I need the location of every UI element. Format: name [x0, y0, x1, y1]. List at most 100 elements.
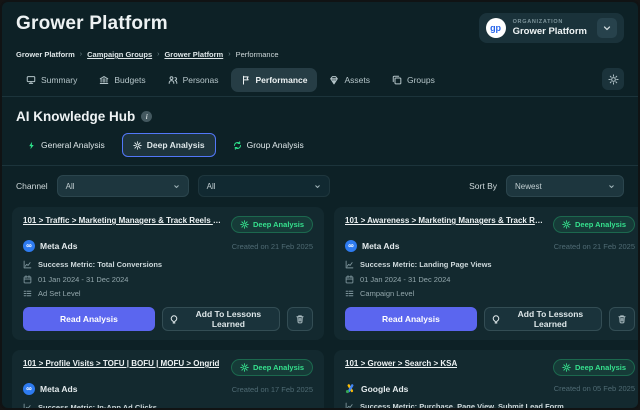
sort-by-label: Sort By [469, 181, 497, 191]
group-icon [233, 141, 242, 150]
breadcrumb-item-campaign-groups[interactable]: Campaign Groups [87, 50, 152, 59]
settings-button[interactable] [602, 68, 624, 90]
analysis-card: 101 > Profile Visits > TOFU | BOFU | MOF… [12, 350, 324, 410]
meta-ads-icon: ∞ [23, 240, 35, 252]
page-header: Grower Platform gp ORGANIZATION Grower P… [2, 2, 638, 59]
tab-bar: SummaryBudgetsPersonasPerformanceAssetsG… [2, 59, 638, 97]
breadcrumb-separator: › [228, 51, 230, 58]
gear-icon [562, 363, 571, 372]
badge-label: Deep Analysis [575, 363, 626, 372]
trash-icon [617, 314, 627, 324]
breadcrumb-item-performance: Performance [236, 50, 279, 59]
chart-icon [345, 402, 354, 410]
level-icon [23, 289, 32, 298]
personas-icon [168, 75, 178, 85]
chart-icon [23, 260, 32, 269]
deep-analysis-badge: Deep Analysis [553, 359, 635, 376]
deep-analysis-badge: Deep Analysis [231, 359, 313, 376]
analysis-card: 101 > Grower > Search > KSA Deep Analysi… [334, 350, 640, 410]
detail-calendar: 01 Jan 2024 - 31 Dec 2024 [345, 275, 635, 284]
channel-filter-label: Channel [16, 181, 48, 191]
created-date: Created on 21 Feb 2025 [232, 242, 313, 251]
add-to-lessons-button[interactable]: Add To Lessons Learned [162, 307, 280, 331]
chart-icon [23, 403, 32, 410]
breadcrumb: Grower Platform›Campaign Groups›Grower P… [16, 50, 624, 59]
channel-select[interactable]: All [57, 175, 189, 197]
tab-performance[interactable]: Performance [231, 68, 318, 92]
breadcrumb-item-grower-platform[interactable]: Grower Platform [164, 50, 223, 59]
tab-groups[interactable]: Groups [382, 68, 445, 92]
calendar-icon [23, 275, 32, 284]
detail-calendar: 01 Jan 2024 - 31 Dec 2024 [23, 275, 313, 284]
created-date: Created on 05 Feb 2025 [554, 384, 635, 393]
org-logo: gp [486, 18, 506, 38]
detail-level: Campaign Level [345, 289, 635, 298]
meta-ads-icon: ∞ [23, 383, 35, 395]
spark-icon [27, 141, 36, 150]
badge-label: Deep Analysis [253, 363, 304, 372]
chevron-down-icon [173, 183, 180, 190]
chart-icon [345, 260, 354, 269]
read-analysis-button[interactable]: Read Analysis [345, 307, 477, 331]
org-label: ORGANIZATION [513, 19, 587, 26]
detail-chart: Success Metric: Total Conversions [23, 260, 313, 269]
card-title-link[interactable]: 101 > Awareness > Marketing Managers & T… [345, 216, 545, 227]
secondary-filter-select[interactable]: All [198, 175, 330, 197]
badge-label: Deep Analysis [575, 220, 626, 229]
meta-ads-icon: ∞ [345, 240, 357, 252]
chevron-down-icon[interactable] [597, 18, 617, 38]
sort-select[interactable]: Newest [506, 175, 624, 197]
add-to-lessons-button[interactable]: Add To Lessons Learned [484, 307, 602, 331]
tab-assets[interactable]: Assets [319, 68, 380, 92]
gear-icon [240, 363, 249, 372]
analysis-card-grid: 101 > Traffic > Marketing Managers & Tra… [2, 205, 638, 410]
subtab-deep-analysis[interactable]: Deep Analysis [122, 133, 216, 157]
detail-chart: Success Metric: In-App Ad Clicks [23, 403, 313, 410]
breadcrumb-separator: › [80, 51, 82, 58]
secondary-filter-value: All [207, 182, 216, 191]
card-title-link[interactable]: 101 > Traffic > Marketing Managers & Tra… [23, 216, 223, 227]
lightbulb-icon [491, 314, 501, 324]
summary-icon [26, 75, 36, 85]
detail-level: Ad Set Level [23, 289, 313, 298]
card-title-link[interactable]: 101 > Grower > Search > KSA [345, 359, 457, 370]
breadcrumb-separator: › [157, 51, 159, 58]
analysis-card: 101 > Traffic > Marketing Managers & Tra… [12, 207, 324, 340]
gear-icon [133, 141, 142, 150]
deep-analysis-badge: Deep Analysis [553, 216, 635, 233]
subtab-general-analysis[interactable]: General Analysis [16, 133, 116, 157]
channel-select-value: All [66, 182, 75, 191]
gear-icon [240, 220, 249, 229]
gear-icon [608, 74, 619, 85]
info-icon[interactable]: i [141, 111, 152, 122]
card-title-link[interactable]: 101 > Profile Visits > TOFU | BOFU | MOF… [23, 359, 219, 370]
channel: ∞ Meta Ads [345, 240, 399, 252]
filter-bar: Channel All All Sort By Newest [2, 166, 638, 205]
analysis-subtabs: General AnalysisDeep AnalysisGroup Analy… [2, 131, 638, 166]
performance-icon [241, 75, 251, 85]
deep-analysis-badge: Deep Analysis [231, 216, 313, 233]
page-title: Grower Platform [16, 13, 168, 35]
org-selector[interactable]: gp ORGANIZATION Grower Platform [479, 13, 624, 43]
level-icon [345, 289, 354, 298]
analysis-card: 101 > Awareness > Marketing Managers & T… [334, 207, 640, 340]
budgets-icon [99, 75, 109, 85]
groups-icon [392, 75, 402, 85]
tab-personas[interactable]: Personas [158, 68, 229, 92]
read-analysis-button[interactable]: Read Analysis [23, 307, 155, 331]
created-date: Created on 17 Feb 2025 [232, 385, 313, 394]
delete-button[interactable] [609, 307, 635, 331]
lightbulb-icon [169, 314, 179, 324]
calendar-icon [345, 275, 354, 284]
channel-name: Meta Ads [40, 384, 77, 394]
chevron-down-icon [314, 183, 321, 190]
channel: ∞ Meta Ads [23, 240, 77, 252]
tab-budgets[interactable]: Budgets [89, 68, 155, 92]
tab-summary[interactable]: Summary [16, 68, 87, 92]
org-name: Grower Platform [513, 26, 587, 38]
subtab-group-analysis[interactable]: Group Analysis [222, 133, 315, 157]
channel-name: Meta Ads [40, 241, 77, 251]
app-window: Grower Platform gp ORGANIZATION Grower P… [0, 0, 640, 410]
delete-button[interactable] [287, 307, 313, 331]
google-ads-icon [345, 383, 356, 394]
